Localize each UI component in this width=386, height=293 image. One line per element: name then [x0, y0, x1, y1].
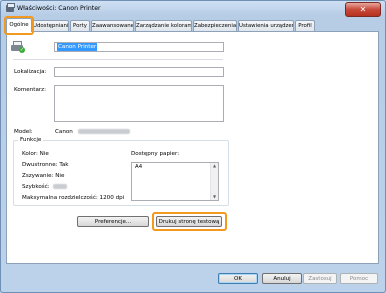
tab-device-settings[interactable]: Ustawienia urządzenia — [238, 20, 294, 31]
model-name-redacted — [77, 129, 130, 134]
tab-profile[interactable]: Profil — [295, 20, 315, 31]
printer-ready-icon: ✓ — [11, 41, 26, 54]
paper-list-scrollbar[interactable]: ▲ ▼ — [210, 163, 218, 200]
model-label: Model: — [14, 129, 33, 135]
list-item: A4 — [135, 164, 143, 170]
speed-label: Szybkość: — [22, 184, 50, 190]
print-test-page-button[interactable]: Drukuj stronę testową — [156, 216, 222, 227]
chevron-up-icon[interactable]: ▲ — [211, 163, 218, 169]
help-button[interactable]: Pomoc — [340, 273, 378, 284]
tab-sharing[interactable]: Udostępnianie — [32, 20, 69, 31]
comment-label: Komentarz: — [14, 87, 46, 93]
title-bar[interactable]: Właściwości: Canon Printer ✕ — [1, 1, 385, 17]
comment-field[interactable] — [54, 85, 224, 122]
chevron-down-icon[interactable]: ▼ — [211, 194, 218, 200]
tab-advanced[interactable]: Zaawansowane — [91, 20, 134, 31]
model-brand: Canon — [55, 129, 73, 135]
divider — [13, 59, 223, 60]
printer-name-field[interactable]: Canon Printer — [54, 42, 224, 52]
features-title: Funkcje — [18, 137, 44, 143]
model-value: Canon — [55, 129, 130, 135]
feature-staple: Zszywanie: Nie — [22, 173, 65, 179]
printer-properties-window: Właściwości: Canon Printer ✕ Ogólne Udos… — [0, 0, 386, 293]
tab-security[interactable]: Zabezpieczenia — [193, 20, 237, 31]
feature-color: Kolor: Nie — [22, 151, 49, 157]
close-button[interactable]: ✕ — [345, 2, 381, 17]
printer-icon — [6, 3, 15, 12]
close-icon: ✕ — [359, 5, 367, 14]
paper-available-label: Dostępny papier: — [131, 151, 180, 157]
tab-general[interactable]: Ogólne — [6, 18, 32, 32]
speed-value-redacted — [53, 184, 68, 189]
preferences-button[interactable]: Preferencje... — [77, 216, 149, 227]
location-label: Lokalizacja: — [14, 69, 47, 75]
paper-list[interactable]: A4 ▲ ▼ — [131, 162, 219, 201]
feature-speed: Szybkość: — [22, 184, 68, 190]
feature-max-resolution: Maksymalna rozdzielczość: 1200 dpi — [22, 195, 125, 201]
cancel-button[interactable]: Anuluj — [262, 273, 302, 284]
ok-button[interactable]: OK — [218, 273, 258, 284]
tab-ports[interactable]: Porty — [70, 20, 90, 31]
tab-color-management[interactable]: Zarządzanie kolorami — [135, 20, 192, 31]
location-field[interactable] — [54, 67, 224, 77]
apply-button[interactable]: Zastosuj — [303, 273, 337, 284]
printer-name-text: Canon Printer — [57, 43, 98, 51]
window-title: Właściwości: Canon Printer — [17, 5, 101, 12]
feature-duplex: Dwustronne: Tak — [22, 162, 69, 168]
